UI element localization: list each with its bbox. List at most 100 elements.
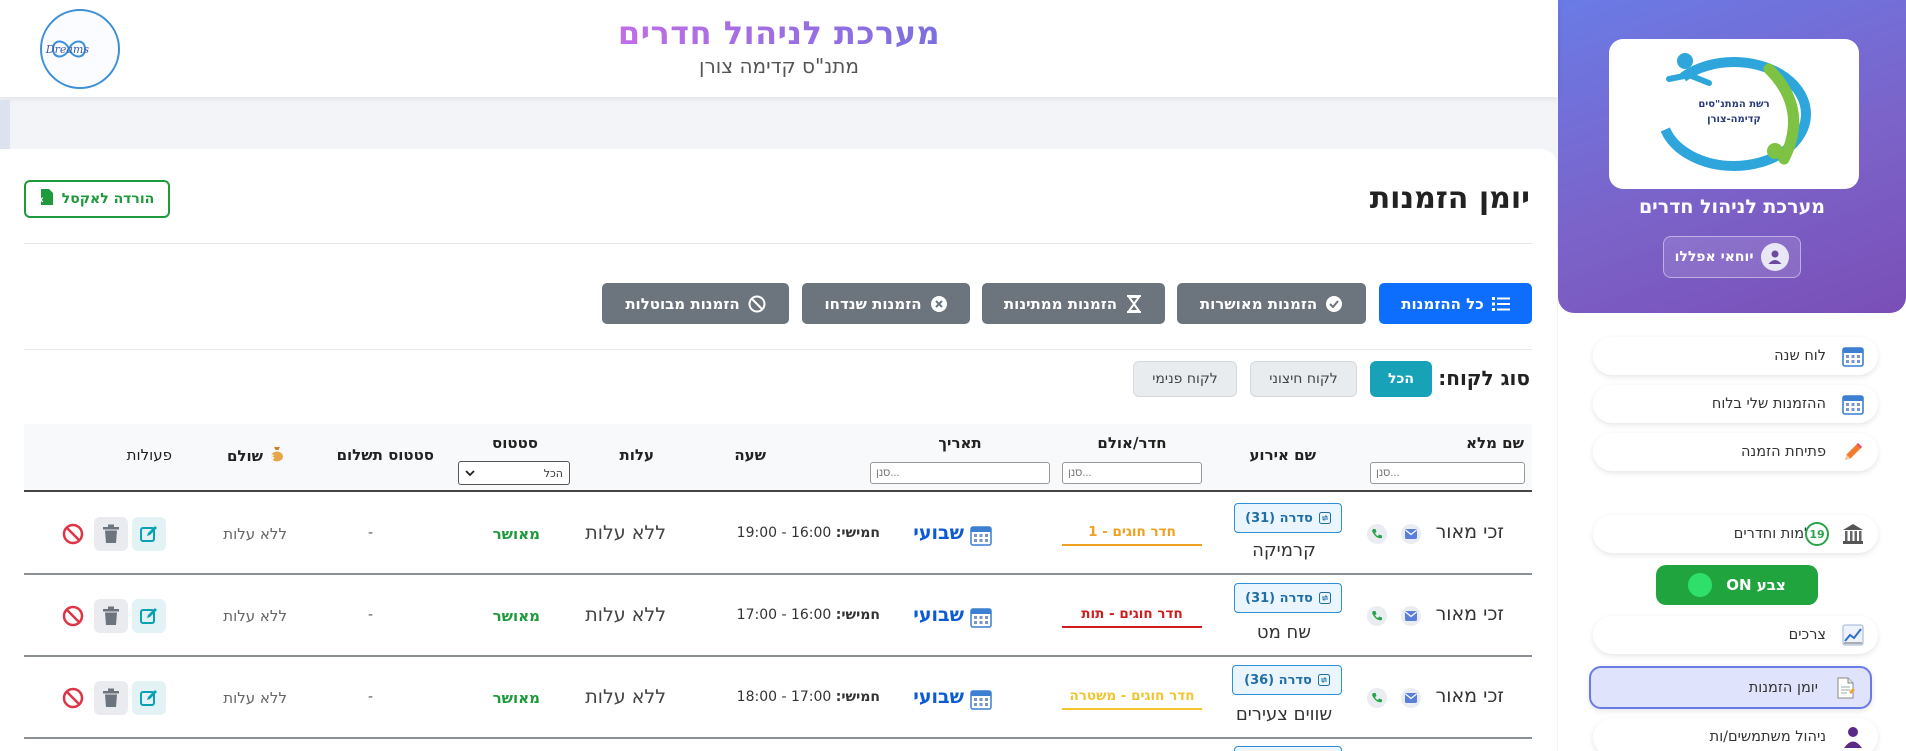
sidebar-item-new-booking[interactable]: פתיחת הזמנה	[1593, 433, 1878, 471]
toggle-knob	[1688, 573, 1713, 597]
series-badge[interactable]: סדרה (36)	[1232, 665, 1342, 695]
org-logo: רשת המתנ"סים קדימה-צורן	[1609, 39, 1859, 189]
series-label: סדרה (31)	[1245, 510, 1313, 526]
top-header: מערכת לניהול חדרים מתנ"ס קדימה צורן Drea…	[0, 0, 1558, 97]
filter-approved-bookings[interactable]: הזמנות מאושרות	[1177, 283, 1366, 324]
payment-status: -	[367, 607, 373, 623]
calendar-icon[interactable]	[970, 688, 992, 710]
series-badge[interactable]: סדרה (31)	[1234, 503, 1342, 533]
email-icon[interactable]	[1401, 688, 1421, 708]
customer-type-internal[interactable]: לקוח פנימי	[1133, 361, 1237, 397]
filter-pending-bookings[interactable]: הזמנות ממתינות	[982, 283, 1165, 324]
calendar-icon[interactable]	[970, 606, 992, 628]
filter-label: כל ההזמנות	[1401, 294, 1484, 313]
ban-icon	[62, 687, 84, 709]
repeat-icon	[1318, 592, 1331, 604]
booking-cost: ללא עלות	[585, 686, 666, 708]
sidebar-item-label: צרכים	[1788, 627, 1826, 643]
delete-button[interactable]	[94, 517, 128, 551]
booking-cost: ללא עלות	[585, 522, 666, 544]
filter-cancelled-bookings[interactable]: הזמנות מבוטלות	[602, 283, 789, 324]
recurrence-label: שבועי	[913, 686, 964, 708]
recurrence-label: שבועי	[913, 522, 964, 544]
sidebar-item-user-management[interactable]: ניהול משתמשים/ות	[1593, 718, 1878, 751]
sidebar-item-label: ניהול משתמשים/ות	[1709, 729, 1826, 745]
sidebar-item-bookings-log[interactable]: יומן הזמנות	[1589, 666, 1872, 709]
building-icon	[1840, 521, 1866, 547]
status-badge: מאושר	[492, 689, 540, 707]
event-name: קרמיקה	[1252, 540, 1316, 561]
column-header-date: תאריך	[938, 434, 982, 452]
sidebar-item-label: לוח שנה	[1774, 348, 1826, 364]
sidebar-item-label: ההזמנות שלי בלוח	[1711, 396, 1826, 412]
status-filter-select[interactable]: הכל	[458, 461, 570, 485]
phone-icon[interactable]	[1367, 688, 1387, 708]
scroll-indicator	[0, 100, 10, 150]
sidebar-item-label: יומן הזמנות	[1748, 679, 1818, 696]
booking-day: חמישי:	[835, 689, 880, 705]
edit-button[interactable]	[132, 517, 166, 551]
customer-type-external[interactable]: לקוח חיצוני	[1250, 361, 1357, 397]
excel-download-button[interactable]: הורדה לאקסל x	[24, 180, 170, 218]
hourglass-icon	[1125, 294, 1143, 313]
sidebar-item-my-bookings[interactable]: ההזמנות שלי בלוח	[1593, 385, 1878, 423]
app-title-text: מערכת לניהול חדרים	[617, 14, 941, 52]
table-row: זכי מאור סדרה (31) שח מט חדר חוגים - תות…	[24, 576, 1532, 657]
sidebar-brand-card: רשת המתנ"סים קדימה-צורן מערכת לניהול חדר…	[1558, 0, 1906, 313]
series-badge[interactable]	[1234, 746, 1342, 751]
table-header: שם מלא שם אירוע חדר/אולם תאריך שעה עלות …	[24, 424, 1532, 492]
email-icon[interactable]	[1401, 524, 1421, 544]
phone-icon[interactable]	[1367, 524, 1387, 544]
repeat-icon	[1317, 674, 1330, 686]
filter-rejected-bookings[interactable]: הזמנות שנדחו	[802, 283, 970, 324]
user-avatar-icon	[1761, 243, 1790, 271]
edit-button[interactable]	[132, 681, 166, 715]
room-tag: חדר חוגים - 1	[1062, 524, 1202, 546]
color-toggle[interactable]: צבע ON	[1656, 565, 1818, 605]
email-icon[interactable]	[1401, 606, 1421, 626]
paid-amount: ללא עלות	[223, 525, 287, 543]
filter-label: הזמנות מאושרות	[1199, 294, 1318, 313]
divider	[24, 349, 1532, 350]
series-badge[interactable]: סדרה (31)	[1234, 583, 1342, 613]
svg-text:$: $	[270, 454, 275, 462]
filter-label: הזמנות ממתינות	[1003, 294, 1118, 313]
user-profile-button[interactable]: יוחאי אפללו	[1663, 236, 1801, 278]
sidebar-brand-title: מערכת לניהול חדרים	[1638, 196, 1826, 218]
calendar-icon[interactable]	[970, 524, 992, 546]
trash-icon	[103, 688, 119, 707]
cancel-booking-button[interactable]	[56, 517, 90, 551]
column-header-event-name: שם אירוע	[1249, 446, 1316, 464]
full-name-filter-input[interactable]	[1370, 462, 1525, 484]
column-header-full-name: שם מלא	[1466, 434, 1524, 452]
column-header-status: סטטוס	[492, 434, 538, 452]
user-name: יוחאי אפללו	[1674, 249, 1754, 265]
filter-all-bookings[interactable]: כל ההזמנות	[1379, 283, 1532, 324]
user-icon	[1840, 724, 1866, 750]
excel-download-label: הורדה לאקסל	[61, 191, 155, 207]
event-name: שח מט	[1256, 622, 1312, 643]
date-filter-input[interactable]	[870, 462, 1050, 484]
paid-amount: ללא עלות	[223, 607, 287, 625]
sidebar-item-halls-rooms[interactable]: אולמות וחדרים 19	[1593, 515, 1878, 553]
document-icon	[1832, 675, 1858, 701]
repeat-icon	[1318, 512, 1331, 524]
edit-button[interactable]	[132, 599, 166, 633]
room-tag: חדר חוגים - תות	[1062, 606, 1202, 628]
delete-button[interactable]	[94, 681, 128, 715]
phone-icon[interactable]	[1367, 606, 1387, 626]
booking-hours: 16:00 - 17:00	[736, 607, 832, 623]
filter-label: הזמנות מבוטלות	[625, 294, 740, 313]
delete-button[interactable]	[94, 599, 128, 633]
filter-label: הזמנות שנדחו	[824, 294, 922, 313]
status-filter-value: הכל	[543, 466, 563, 480]
ban-icon	[62, 523, 84, 545]
booking-day: חמישי:	[835, 607, 880, 623]
sidebar-item-needs[interactable]: צרכים	[1593, 616, 1878, 654]
sidebar-item-calendar[interactable]: לוח שנה	[1593, 337, 1878, 375]
room-filter-input[interactable]	[1062, 462, 1202, 484]
cancel-booking-button[interactable]	[56, 599, 90, 633]
cancel-booking-button[interactable]	[56, 681, 90, 715]
calendar-grid-icon	[1840, 391, 1866, 417]
customer-type-all[interactable]: הכל	[1370, 361, 1432, 397]
